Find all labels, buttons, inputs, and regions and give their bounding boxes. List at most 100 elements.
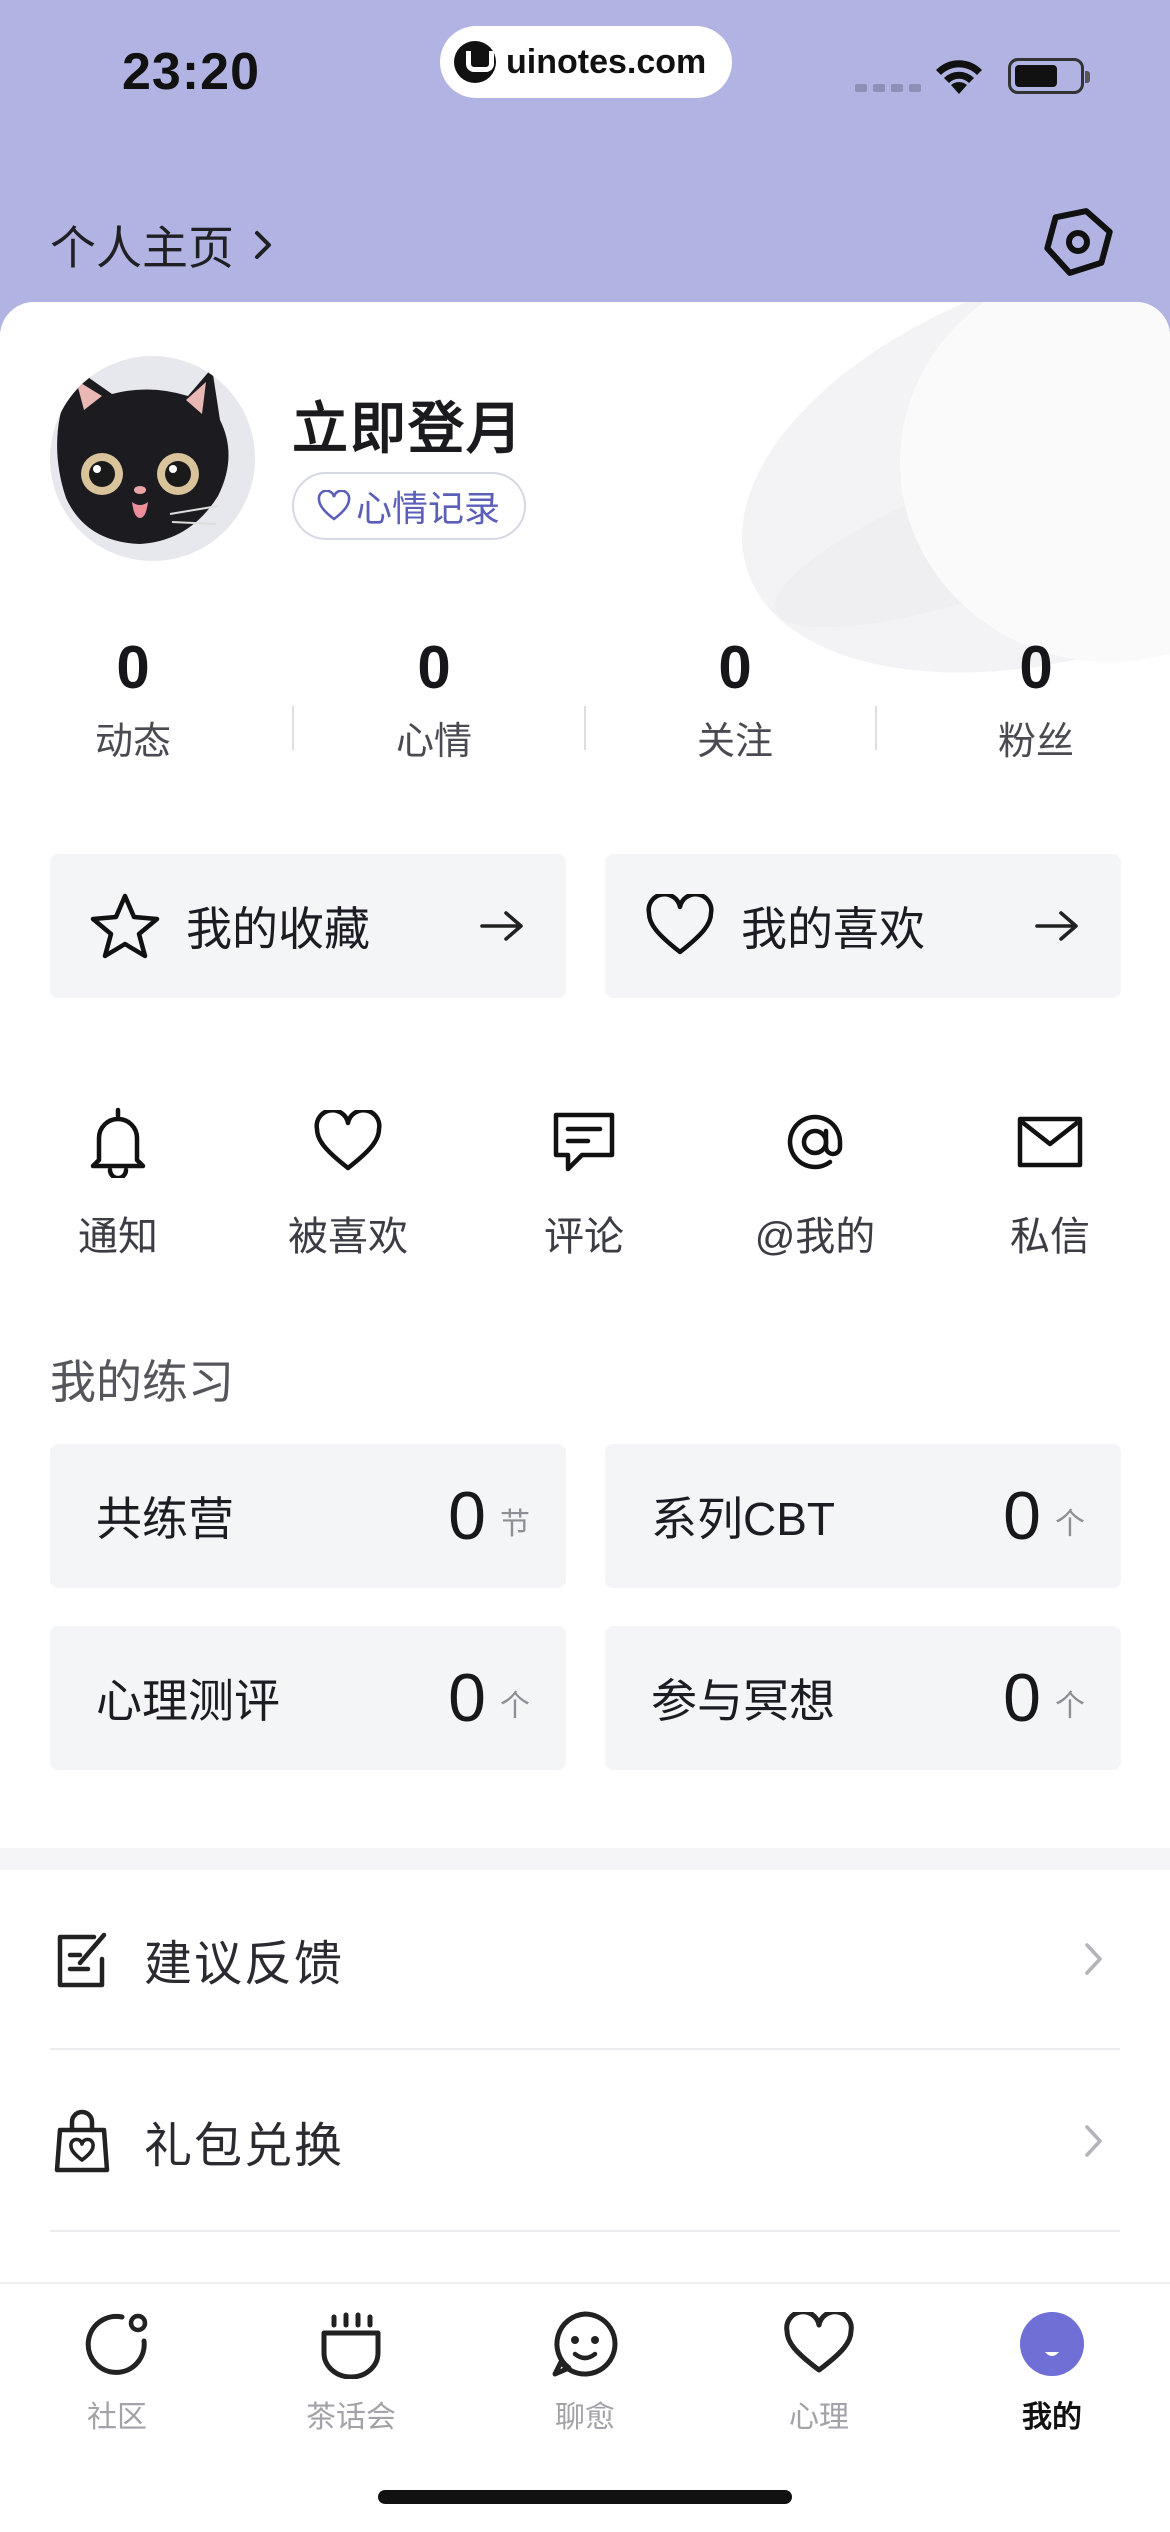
section-separator [0,1848,1170,1870]
wifi-icon [936,60,982,94]
bell-icon [90,1107,146,1178]
arrow-right-icon [480,911,523,941]
practice-value: 0 [448,1478,486,1554]
psych-assessment-card[interactable]: 心理测评 0 个 [50,1626,566,1770]
feedback-menu-item[interactable]: 建议反馈 [50,1870,1120,2050]
status-time: 23:20 [122,43,260,101]
stat-label: 心情 [395,721,472,763]
arrow-right-icon [1035,911,1078,941]
divider [875,706,877,750]
star-icon [90,893,160,959]
homepage-link[interactable]: 个人主页 [50,212,276,278]
smile-chat-icon [552,2311,618,2377]
url-pill[interactable]: uinotes.com [440,26,732,98]
stat-value: 0 [1019,634,1053,701]
liked-by-button[interactable]: 被喜欢 [248,1102,448,1262]
stat-posts[interactable]: 0 动态 [23,632,243,765]
stat-value: 0 [718,634,752,701]
stat-moods[interactable]: 0 心情 [324,632,544,765]
practice-unit: 个 [1055,1508,1085,1541]
mood-record-label: 心情记录 [356,488,501,529]
mood-record-button[interactable]: 心情记录 [292,472,527,540]
feedback-label: 建议反馈 [144,1938,345,1991]
my-favorites-button[interactable]: 我的收藏 [50,854,566,998]
mentions-label: @我的 [754,1215,876,1259]
stat-followers[interactable]: 0 粉丝 [926,632,1146,765]
feedback-icon [57,1932,107,1988]
stats-row: 0 动态 0 心情 0 关注 0 粉丝 [0,632,1170,782]
tab-label: 聊愈 [555,2401,615,2434]
tab-label: 心理 [789,2401,849,2434]
tab-chat-heal[interactable]: 聊愈 [505,2304,665,2436]
gift-redeem-menu-item[interactable]: 礼包兑换 [50,2052,1120,2232]
tab-mine[interactable]: 我的 [972,2304,1132,2436]
chevron-right-icon [1085,2125,1102,2157]
homepage-label: 个人主页 [50,222,234,274]
community-icon [85,2313,148,2375]
practice-label: 参与冥想 [651,1675,835,1727]
practice-unit: 个 [500,1690,530,1723]
stat-label: 粉丝 [997,721,1074,763]
tab-label: 我的 [1022,2401,1082,2434]
practice-value: 0 [1003,1478,1041,1554]
my-likes-button[interactable]: 我的喜欢 [605,854,1121,998]
settings-icon[interactable] [1040,204,1116,280]
practice-section-title: 我的练习 [50,1356,234,1408]
meditation-card[interactable]: 参与冥想 0 个 [605,1626,1121,1770]
username: 立即登月 [292,397,524,460]
tab-tea-party[interactable]: 茶话会 [271,2304,431,2436]
gift-redeem-label: 礼包兑换 [144,2120,345,2173]
practice-unit: 个 [1055,1690,1085,1723]
mentions-button[interactable]: @我的 [715,1102,915,1262]
tab-label: 茶话会 [306,2401,396,2434]
tab-psychology[interactable]: 心理 [739,2304,899,2436]
chevron-right-icon [1085,1943,1102,1975]
practice-label: 心理测评 [96,1675,280,1727]
comments-button[interactable]: 评论 [484,1102,684,1262]
practice-label: 系列CBT [651,1493,835,1545]
quick-actions: 通知 被喜欢 评论 @我的 私信 [0,1102,1170,1262]
avatar[interactable] [50,356,255,561]
site-logo-icon [454,41,496,83]
my-favorites-label: 我的收藏 [186,903,370,955]
url-text: uinotes.com [506,42,707,81]
stat-value: 0 [116,634,150,701]
practice-value: 0 [448,1660,486,1736]
messages-button[interactable]: 私信 [950,1102,1150,1262]
tab-community[interactable]: 社区 [37,2304,197,2436]
messages-label: 私信 [1010,1215,1090,1259]
tab-label: 社区 [87,2401,147,2434]
heart-icon [646,894,714,955]
practice-value: 0 [1003,1660,1041,1736]
divider [584,706,586,750]
notifications-button[interactable]: 通知 [18,1102,218,1262]
profile-icon [1020,2312,1084,2376]
chevron-right-icon [255,231,271,259]
comment-icon [553,1112,615,1172]
practice-camp-card[interactable]: 共练营 0 节 [50,1444,566,1588]
mail-icon [1017,1116,1083,1168]
my-likes-label: 我的喜欢 [741,903,925,955]
stat-label: 动态 [94,721,171,763]
cbt-series-card[interactable]: 系列CBT 0 个 [605,1444,1121,1588]
profile-card: 立即登月 心情记录 0 动态 0 心情 0 关注 0 粉丝 我的收藏 我的喜欢 … [0,302,1170,2532]
stat-following[interactable]: 0 关注 [625,632,845,765]
gift-bag-icon [54,2109,110,2173]
home-indicator [378,2490,792,2504]
signal-icon [855,84,921,92]
comments-label: 评论 [544,1215,624,1259]
heart-outline-icon [317,490,351,521]
battery-icon [1008,58,1090,94]
notifications-label: 通知 [78,1215,158,1259]
heart-icon [314,1110,382,1171]
at-icon [787,1114,843,1170]
liked-by-label: 被喜欢 [288,1215,408,1259]
black-cat-avatar-icon [57,366,229,544]
stat-label: 关注 [696,721,773,763]
divider [292,706,294,750]
status-bar: 23:20 uinotes.com [0,0,1170,150]
stat-value: 0 [417,634,451,701]
practice-unit: 节 [500,1508,530,1541]
practice-label: 共练营 [96,1493,234,1545]
heart-icon [784,2312,854,2373]
